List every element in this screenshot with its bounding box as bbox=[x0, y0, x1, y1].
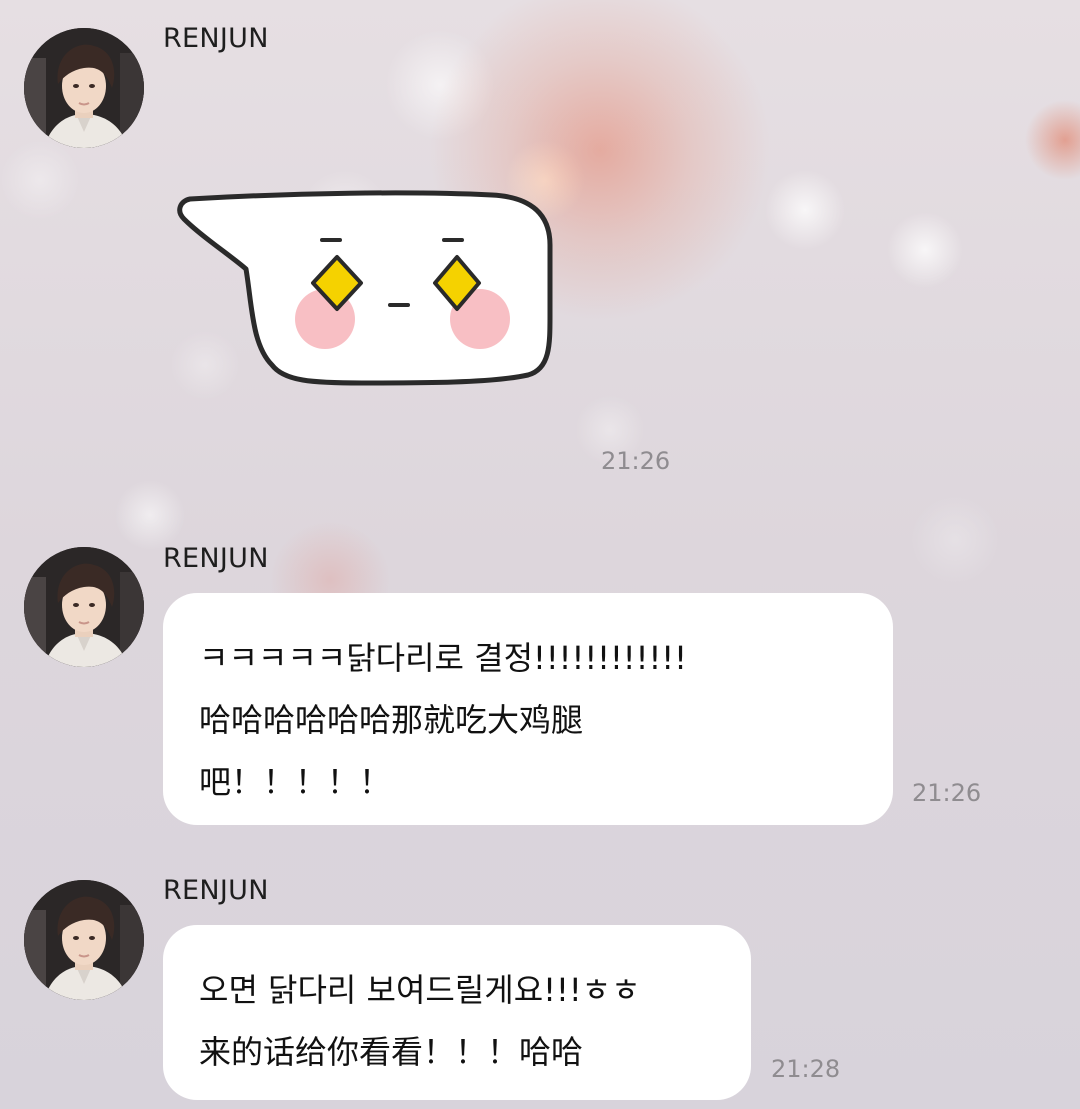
avatar[interactable] bbox=[24, 547, 144, 667]
avatar[interactable] bbox=[24, 880, 144, 1000]
message-bubble[interactable]: ㅋㅋㅋㅋㅋ닭다리로 결정!!!!!!!!!!!! 哈哈哈哈哈哈那就吃大鸡腿 吧！… bbox=[163, 593, 893, 825]
message-timestamp: 21:28 bbox=[771, 1055, 841, 1083]
sender-name: RENJUN bbox=[163, 875, 269, 906]
message-text-line: 来的话给你看看！！！哈哈 bbox=[199, 1033, 584, 1071]
message-timestamp: 21:26 bbox=[601, 447, 671, 475]
message-text-line: ㅋㅋㅋㅋㅋ닭다리로 결정!!!!!!!!!!!! bbox=[199, 639, 687, 677]
sticker-sparkle-eyes-bubble[interactable] bbox=[172, 185, 557, 390]
message-text-line: 오면 닭다리 보여드릴게요!!!ㅎㅎ bbox=[199, 971, 641, 1009]
message-timestamp: 21:26 bbox=[912, 779, 982, 807]
message-text-line: 哈哈哈哈哈哈那就吃大鸡腿 bbox=[199, 701, 584, 739]
message-text-line: 吧！！！！！ bbox=[199, 763, 392, 801]
message-bubble[interactable]: 오면 닭다리 보여드릴게요!!!ㅎㅎ 来的话给你看看！！！哈哈 bbox=[163, 925, 751, 1100]
avatar[interactable] bbox=[24, 28, 144, 148]
profile-photo-icon bbox=[24, 28, 144, 148]
sender-name: RENJUN bbox=[163, 543, 269, 574]
profile-photo-icon bbox=[24, 547, 144, 667]
profile-photo-icon bbox=[24, 880, 144, 1000]
sender-name: RENJUN bbox=[163, 23, 269, 54]
